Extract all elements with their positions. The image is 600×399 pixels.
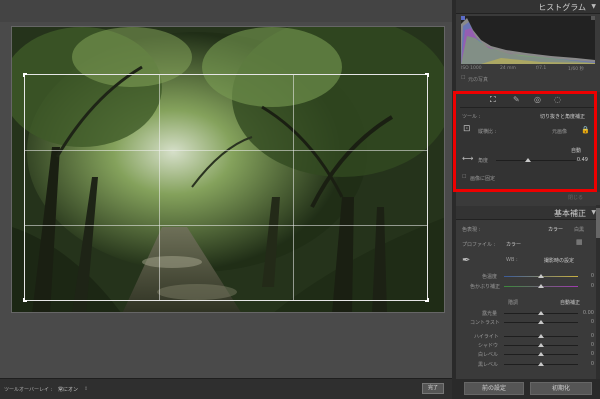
whites-label: 白レベル xyxy=(478,352,499,358)
exposure-value[interactable]: 0.00 xyxy=(580,310,594,316)
right-panel: ヒストグラム ▼ ISO 1000 24 mm f/7.1 1/60 秒 ☐ 元… xyxy=(453,0,600,399)
crop-frame[interactable] xyxy=(23,73,429,302)
overlay-label: ツールオーバーレイ : xyxy=(4,387,53,393)
crop-handle-bottom-right[interactable] xyxy=(425,298,429,302)
grid-line xyxy=(25,225,427,226)
contrast-value[interactable]: 0 xyxy=(580,319,594,325)
grid-line xyxy=(159,75,160,300)
shutter-value: 1/60 秒 xyxy=(568,67,585,72)
workspace-top-strip xyxy=(0,0,452,22)
shadow-clip-icon xyxy=(461,16,465,20)
crop-handle-top-left[interactable] xyxy=(23,73,27,77)
blacks-label: 黒レベル xyxy=(478,362,499,368)
histogram-graph xyxy=(461,16,595,64)
original-photo-label: 元の写真 xyxy=(468,77,489,83)
panel-scrollbar[interactable] xyxy=(596,205,600,379)
highlights-label: ハイライト xyxy=(474,334,499,340)
done-button[interactable]: 完了 xyxy=(422,383,444,394)
profile-select[interactable]: カラー xyxy=(506,241,521,248)
grid-line xyxy=(293,75,294,300)
tint-slider-thumb[interactable] xyxy=(538,284,544,288)
wb-label: WB : xyxy=(506,257,518,263)
overlay-dropdown-icon[interactable]: ⇕ xyxy=(84,386,88,392)
bottom-toolbar: ツールオーバーレイ : 常にオン ⇕ 完了 xyxy=(0,378,452,399)
basic-title: 基本補正 xyxy=(554,209,586,218)
tint-value[interactable]: 0 xyxy=(580,283,594,289)
histogram-curve xyxy=(461,16,595,64)
original-photo-checkbox[interactable]: ☐ xyxy=(461,75,465,81)
highlights-slider-thumb[interactable] xyxy=(538,334,544,338)
blacks-slider-thumb[interactable] xyxy=(538,362,544,366)
crop-handle-bottom-left[interactable] xyxy=(23,298,27,302)
wb-select[interactable]: 撮影時の設定 xyxy=(544,257,574,264)
close-label[interactable]: 閉じる xyxy=(568,194,583,201)
shadows-slider-thumb[interactable] xyxy=(538,343,544,347)
temp-slider-thumb[interactable] xyxy=(538,274,544,278)
tint-label: 色かぶり補正 xyxy=(470,284,501,290)
scrollbar-thumb[interactable] xyxy=(596,208,600,238)
histogram-header[interactable]: ヒストグラム ▼ xyxy=(456,0,600,14)
contrast-label: コントラスト xyxy=(470,320,500,326)
color-button[interactable]: カラー xyxy=(548,226,563,233)
focal-length-value: 24 mm xyxy=(500,66,516,71)
treatment-label: 色表現 : xyxy=(462,227,481,233)
tone-label: 階調 xyxy=(508,300,519,306)
blacks-value[interactable]: 0 xyxy=(580,361,594,367)
whites-value[interactable]: 0 xyxy=(580,351,594,357)
basic-header[interactable]: 基本補正 ▼ xyxy=(456,206,600,220)
shadows-value[interactable]: 0 xyxy=(580,342,594,348)
exposure-slider-thumb[interactable] xyxy=(538,311,544,315)
profile-grid-icon[interactable]: ▦ xyxy=(576,238,583,246)
temp-label: 色温度 xyxy=(482,274,498,280)
overlay-select[interactable]: 常にオン xyxy=(58,386,78,393)
previous-settings-button[interactable]: 前の設定 xyxy=(464,382,524,395)
auto-tone-button[interactable]: 自動補正 xyxy=(560,299,580,306)
highlight-box xyxy=(453,91,597,192)
contrast-slider-thumb[interactable] xyxy=(538,320,544,324)
highlights-value[interactable]: 0 xyxy=(580,333,594,339)
crop-handle-top-right[interactable] xyxy=(425,73,429,77)
bw-button[interactable]: 白黒 xyxy=(574,226,584,233)
exposure-label: 露光量 xyxy=(482,311,498,317)
image-workspace xyxy=(0,0,452,378)
panel-footer: 前の設定 初期化 xyxy=(456,379,600,399)
whites-slider-thumb[interactable] xyxy=(538,352,544,356)
histogram-title: ヒストグラム xyxy=(538,3,586,12)
eyedropper-icon[interactable]: ✒ xyxy=(462,255,470,266)
temp-value[interactable]: 0 xyxy=(580,273,594,279)
profile-label: プロファイル : xyxy=(462,242,496,248)
highlight-clip-icon xyxy=(591,16,595,20)
shadows-label: シャドウ xyxy=(478,343,499,349)
photo-canvas[interactable] xyxy=(11,26,445,313)
reset-button[interactable]: 初期化 xyxy=(530,382,592,395)
aperture-value: f/7.1 xyxy=(536,66,547,71)
collapse-triangle-icon[interactable]: ▼ xyxy=(591,3,596,10)
iso-value: ISO 1000 xyxy=(461,66,482,71)
grid-line xyxy=(25,150,427,151)
